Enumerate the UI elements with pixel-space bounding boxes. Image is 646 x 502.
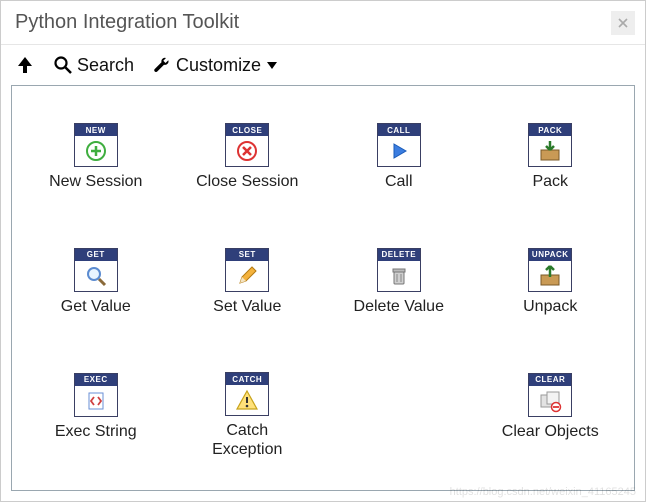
trash-icon (378, 261, 420, 291)
icon-tag: PACK (529, 124, 571, 136)
icon-tile: SET (225, 248, 269, 292)
pencil-icon (226, 261, 268, 291)
titlebar: Python Integration Toolkit (1, 1, 645, 45)
chevron-down-icon (267, 62, 277, 69)
icon-tag: CATCH (226, 373, 268, 385)
icon-tile: CLEAR (528, 373, 572, 417)
palette-item-label: Call (385, 173, 413, 209)
palette-item-label: Clear Objects (502, 423, 599, 459)
close-icon (618, 18, 628, 28)
icon-tile: CLOSE (225, 123, 269, 167)
plus-circle-icon (75, 136, 117, 166)
icon-tag: CLOSE (226, 124, 268, 136)
palette-item-close-session[interactable]: CLOSE Close Session (172, 123, 324, 209)
palette-item-label: Get Value (61, 298, 131, 334)
search-button[interactable]: Search (53, 55, 134, 76)
palette-item-get-value[interactable]: GET Get Value (20, 248, 172, 334)
play-triangle-icon (378, 136, 420, 166)
icon-tile: UNPACK (528, 248, 572, 292)
icon-tag: GET (75, 249, 117, 261)
palette-item-delete-value[interactable]: DELETE Delete Value (323, 248, 475, 334)
script-icon (75, 386, 117, 416)
icon-tag: EXEC (75, 374, 117, 386)
window-title: Python Integration Toolkit (15, 11, 239, 34)
icon-tag: NEW (75, 124, 117, 136)
box-in-icon (529, 136, 571, 166)
block-clear-icon (529, 386, 571, 416)
palette-item-new-session[interactable]: NEW New Session (20, 123, 172, 209)
icon-tile: EXEC (74, 373, 118, 417)
up-button[interactable] (15, 55, 35, 75)
icon-tag: CALL (378, 124, 420, 136)
search-label: Search (77, 55, 134, 76)
icon-tile: GET (74, 248, 118, 292)
customize-label: Customize (176, 55, 261, 76)
close-window-button[interactable] (611, 11, 635, 35)
window: Python Integration Toolkit Search Custom… (0, 0, 646, 502)
icon-tag: DELETE (378, 249, 420, 261)
wrench-icon (152, 55, 172, 75)
palette-item-label: Exec String (55, 423, 137, 459)
toolbar: Search Customize (1, 45, 645, 85)
palette-item-label: Pack (532, 173, 568, 209)
icon-tag: UNPACK (529, 249, 571, 261)
icon-tile: NEW (74, 123, 118, 167)
icon-tile: CALL (377, 123, 421, 167)
icon-tag: SET (226, 249, 268, 261)
icon-tag: CLEAR (529, 374, 571, 386)
palette-item-label: Close Session (196, 173, 298, 209)
palette-item-catch-exception[interactable]: CATCH Catch Exception (172, 372, 324, 459)
palette-item-label: Delete Value (354, 298, 444, 334)
palette-item-pack[interactable]: PACK Pack (475, 123, 627, 209)
box-out-icon (529, 261, 571, 291)
magnifier-icon (75, 261, 117, 291)
palette-item-label: New Session (49, 173, 142, 209)
palette-item-unpack[interactable]: UNPACK Unpack (475, 248, 627, 334)
palette-item-set-value[interactable]: SET Set Value (172, 248, 324, 334)
icon-tile: PACK (528, 123, 572, 167)
palette-item-call[interactable]: CALL Call (323, 123, 475, 209)
palette-item-label: Unpack (523, 298, 577, 334)
close-circle-icon (226, 136, 268, 166)
customize-button[interactable]: Customize (152, 55, 277, 76)
icon-tile: DELETE (377, 248, 421, 292)
palette-item-clear-objects[interactable]: CLEAR Clear Objects (475, 373, 627, 459)
palette-item-label: Set Value (213, 298, 281, 334)
warning-icon (226, 385, 268, 415)
palette-grid: NEW New Session CLOSE Close Session CALL Call… (11, 85, 635, 491)
search-icon (53, 55, 73, 75)
icon-tile: CATCH (225, 372, 269, 416)
palette-item-exec-string[interactable]: EXEC Exec String (20, 373, 172, 459)
palette-item-label: Catch Exception (212, 422, 282, 459)
up-arrow-icon (15, 55, 35, 75)
